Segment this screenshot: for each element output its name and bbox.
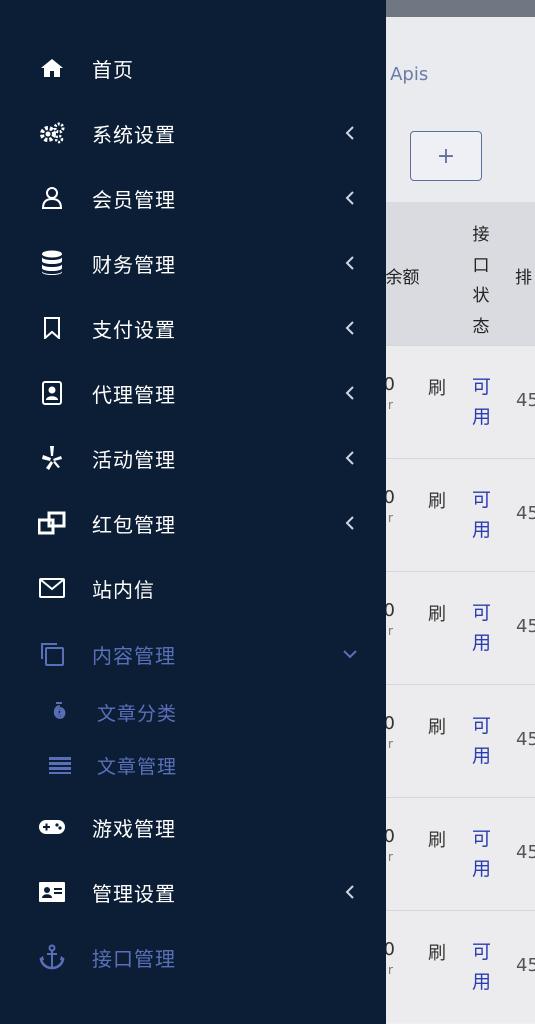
sidebar-subitem-article-categories[interactable]: 文章分类 — [0, 689, 386, 735]
sidebar-item-label: 内容管理 — [92, 643, 176, 668]
bookmark-icon — [38, 314, 66, 342]
sidebar-item-label: 会员管理 — [92, 187, 176, 212]
sidebar: 首页 系统设置 会员管理 财务管理 支付设置 代理管理 活动管理 红包管理 站内… — [0, 0, 386, 1024]
cell-balance-sub: r — [388, 398, 393, 412]
sidebar-item-api-management[interactable]: 接口管理 — [0, 930, 386, 984]
cell-sort: 45 — [516, 616, 535, 637]
status-toggle[interactable]: 可用 — [472, 598, 492, 658]
table-row: 00 r 刷 可用 45 — [372, 345, 535, 458]
sidebar-item-label: 支付设置 — [92, 317, 176, 342]
sidebar-item-content[interactable]: 内容管理 — [0, 627, 386, 681]
table-row: 00 r 刷 可用 45 — [372, 684, 535, 797]
table-row: 00 r 刷 可用 45 — [372, 571, 535, 684]
cell-sort: 45 — [516, 842, 535, 863]
chevron-left-icon — [340, 318, 360, 338]
sidebar-item-agents[interactable]: 代理管理 — [0, 366, 386, 420]
cell-sort: 45 — [516, 955, 535, 976]
sidebar-item-label: 活动管理 — [92, 447, 176, 472]
sidebar-item-home[interactable]: 首页 — [0, 41, 386, 95]
sidebar-item-members[interactable]: 会员管理 — [0, 171, 386, 225]
cell-sort: 45 — [516, 503, 535, 524]
status-toggle[interactable]: 可用 — [472, 485, 492, 545]
anchor-icon — [38, 943, 66, 971]
chevron-left-icon — [340, 123, 360, 143]
status-toggle[interactable]: 可用 — [472, 937, 492, 997]
list-icon — [48, 753, 72, 777]
column-header-sort: 排 — [515, 268, 532, 288]
cell-sort: 45 — [516, 729, 535, 750]
chevron-left-icon — [340, 882, 360, 902]
refresh-link[interactable]: 刷 — [428, 826, 446, 852]
chevron-left-icon — [340, 188, 360, 208]
sidebar-item-label: 首页 — [92, 57, 134, 82]
envelope-icon — [38, 574, 66, 602]
sidebar-item-system-settings[interactable]: 系统设置 — [0, 106, 386, 160]
refresh-link[interactable]: 刷 — [428, 374, 446, 400]
sidebar-item-label: 接口管理 — [92, 946, 176, 971]
sidebar-item-label: 管理设置 — [92, 881, 176, 906]
breadcrumb-current[interactable]: Apis — [390, 64, 428, 85]
sidebar-item-finance[interactable]: 财务管理 — [0, 236, 386, 290]
cell-sort: 45 — [516, 390, 535, 411]
table-row: 00 r 刷 可用 45 — [372, 910, 535, 1023]
sidebar-item-label: 系统设置 — [92, 122, 176, 147]
add-button[interactable]: + — [410, 131, 482, 181]
chevron-down-icon — [340, 644, 360, 664]
refresh-link[interactable]: 刷 — [428, 600, 446, 626]
sidebar-subitem-article-management[interactable]: 文章管理 — [0, 742, 386, 788]
sidebar-item-label: 游戏管理 — [92, 816, 176, 841]
gamepad-icon — [38, 813, 66, 841]
gears-icon — [38, 119, 66, 147]
cell-balance-sub: r — [388, 850, 393, 864]
status-toggle[interactable]: 可用 — [472, 824, 492, 884]
refresh-link[interactable]: 刷 — [428, 487, 446, 513]
yelp-icon — [38, 444, 66, 472]
sidebar-item-admin-settings[interactable]: 管理设置 — [0, 865, 386, 919]
sidebar-item-label: 财务管理 — [92, 252, 176, 277]
sidebar-item-messages[interactable]: 站内信 — [0, 561, 386, 615]
sidebar-item-games[interactable]: 游戏管理 — [0, 800, 386, 854]
cell-balance-sub: r — [388, 737, 393, 751]
database-icon — [38, 249, 66, 277]
sidebar-item-label: 代理管理 — [92, 382, 176, 407]
sidebar-item-red-envelopes[interactable]: 红包管理 — [0, 496, 386, 550]
cell-balance-sub: r — [388, 624, 393, 638]
sidebar-subitem-label: 文章管理 — [97, 755, 178, 778]
chevron-left-icon — [340, 448, 360, 468]
refresh-link[interactable]: 刷 — [428, 939, 446, 965]
home-icon — [38, 54, 66, 82]
copy-icon — [38, 640, 66, 668]
id-card-icon — [38, 878, 66, 906]
cell-balance-sub: r — [388, 963, 393, 977]
sidebar-item-label: 红包管理 — [92, 512, 176, 537]
chevron-left-icon — [340, 513, 360, 533]
sidebar-subitem-label: 文章分类 — [97, 702, 178, 725]
status-toggle[interactable]: 可用 — [472, 372, 492, 432]
spiral-icon — [48, 700, 72, 724]
cell-balance-sub: r — [388, 511, 393, 525]
chevron-left-icon — [340, 253, 360, 273]
status-toggle[interactable]: 可用 — [472, 711, 492, 771]
column-header-status: 接 口 状 态 — [472, 225, 490, 337]
sidebar-item-payment-settings[interactable]: 支付设置 — [0, 301, 386, 355]
clone-icon — [38, 509, 66, 537]
chevron-left-icon — [340, 383, 360, 403]
sidebar-item-activities[interactable]: 活动管理 — [0, 431, 386, 485]
table-row: 00 r 刷 可用 45 — [372, 458, 535, 571]
table-row: 00 r 刷 可用 45 — [372, 797, 535, 910]
contact-card-icon — [38, 379, 66, 407]
refresh-link[interactable]: 刷 — [428, 713, 446, 739]
sidebar-item-label: 站内信 — [92, 577, 155, 602]
user-icon — [38, 184, 66, 212]
